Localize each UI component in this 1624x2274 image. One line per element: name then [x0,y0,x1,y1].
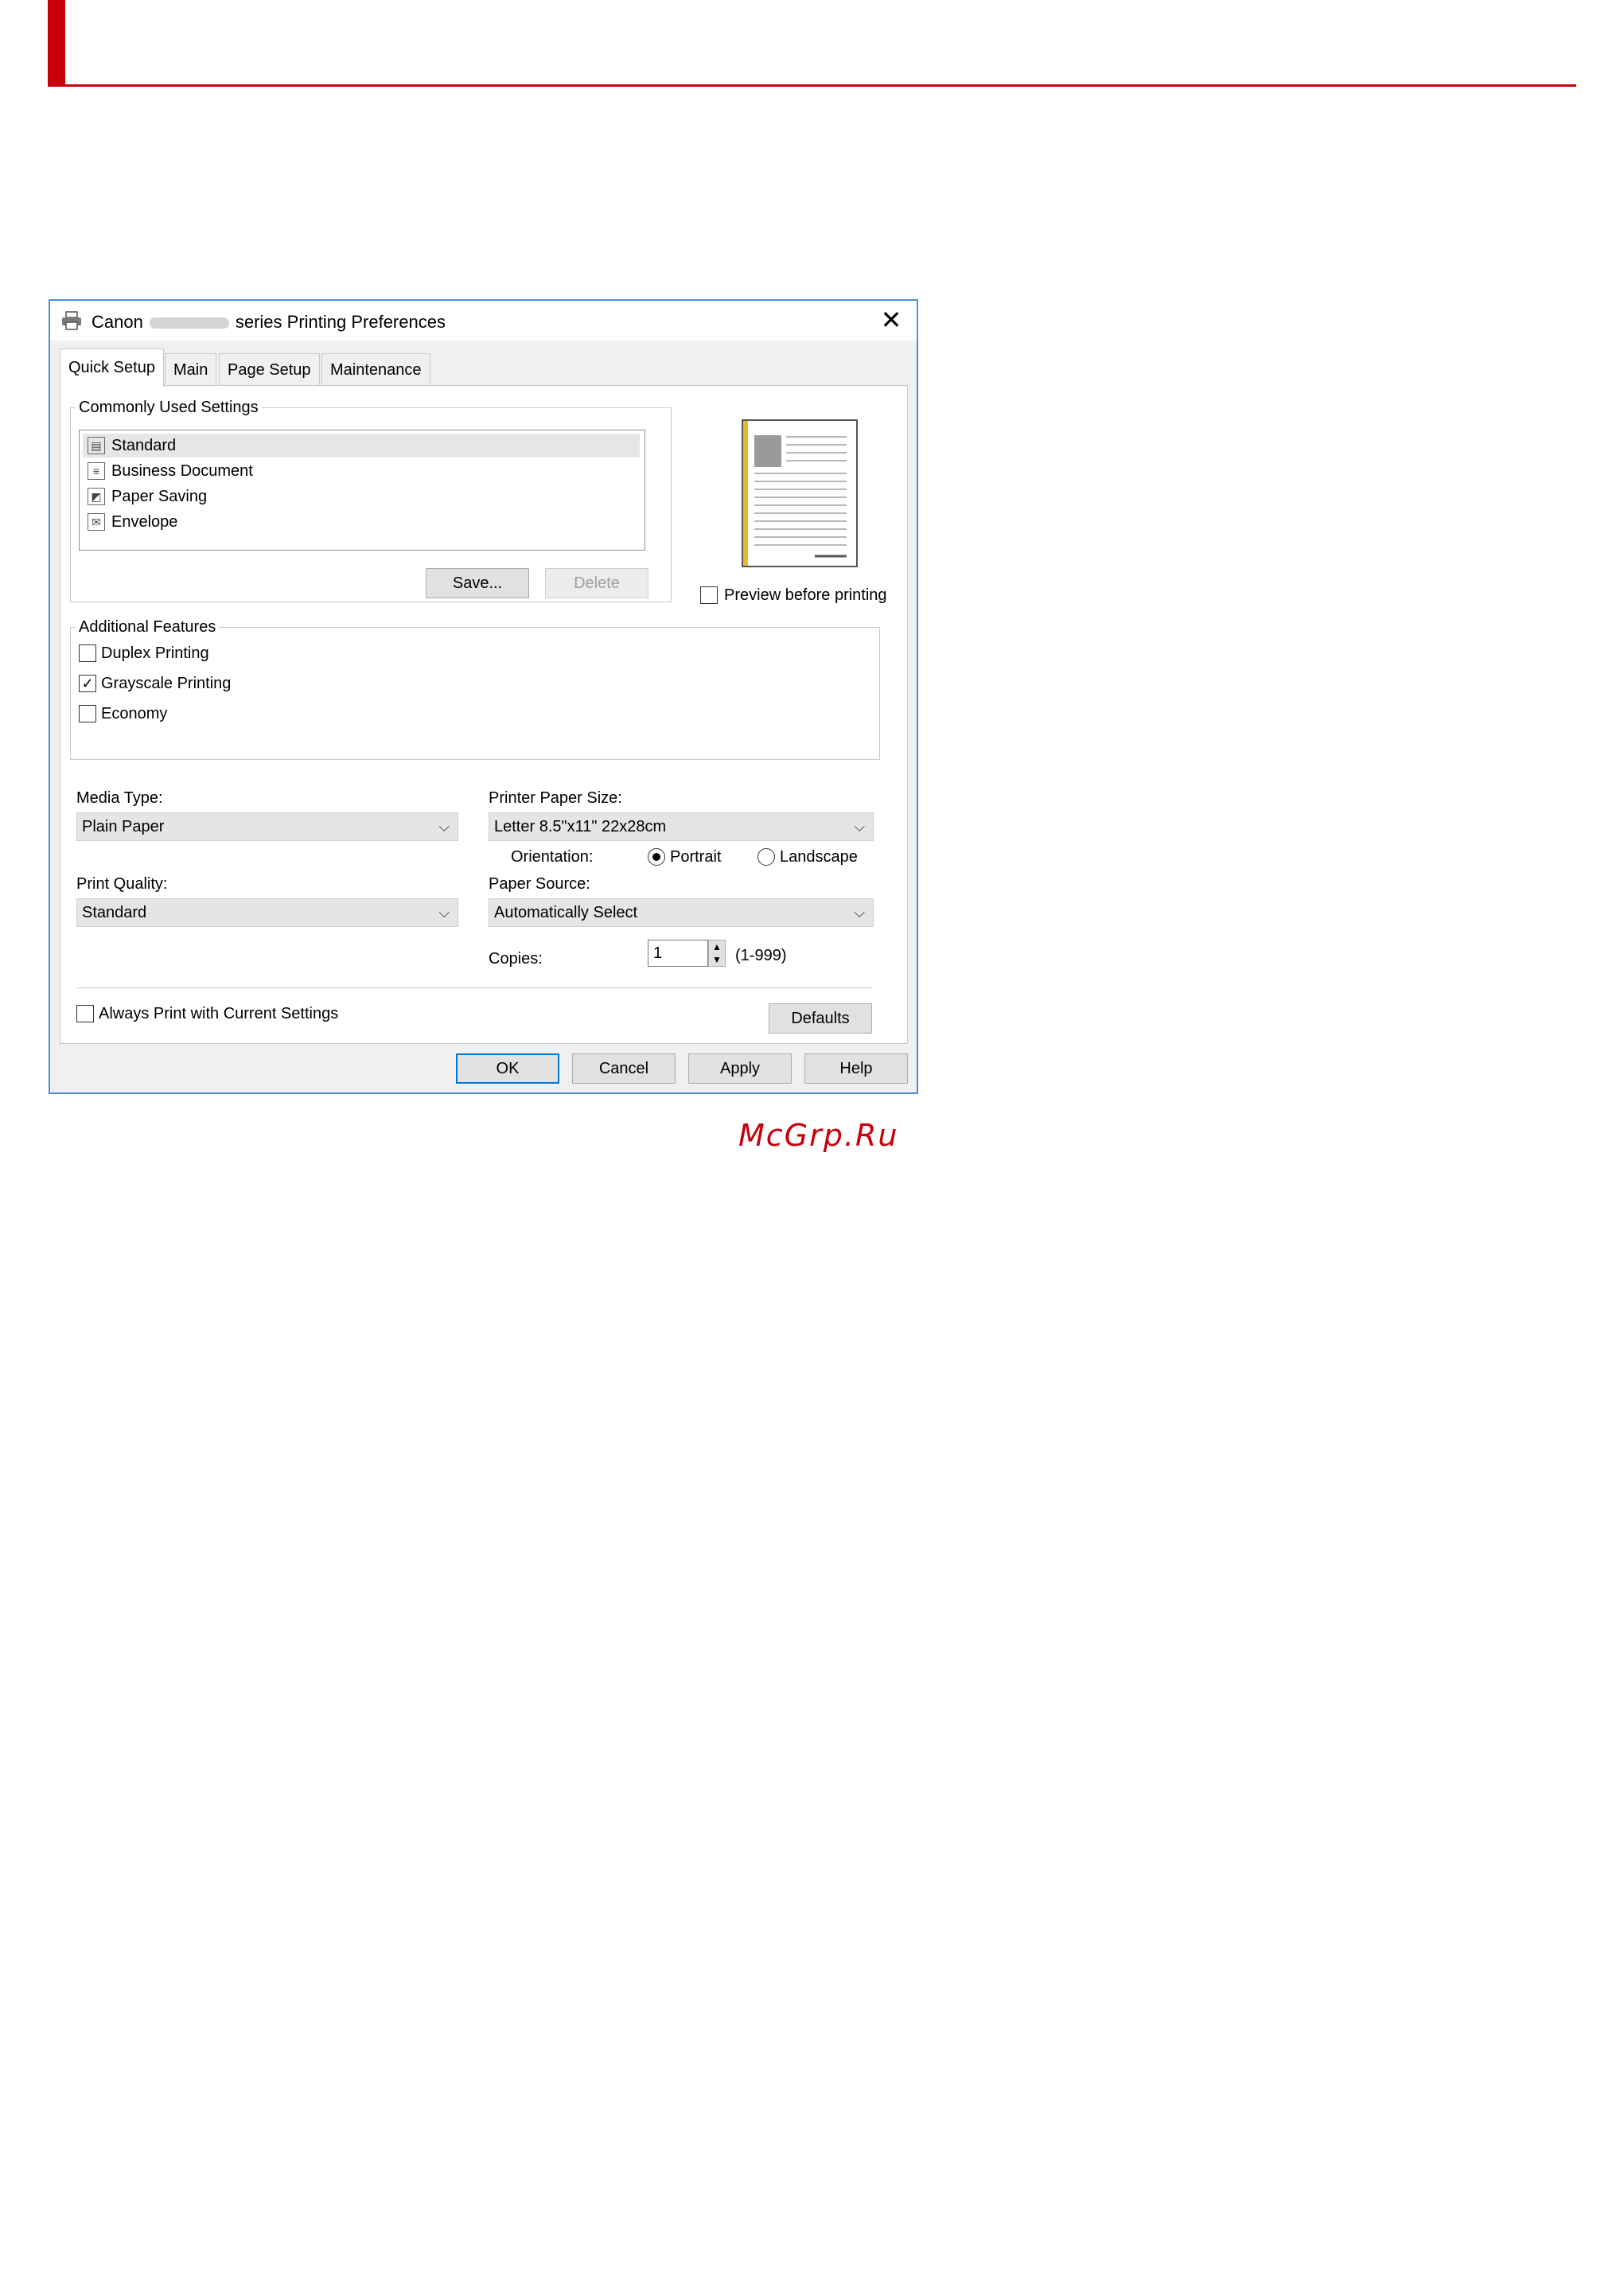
tab-main[interactable]: Main [165,353,217,385]
ok-button[interactable]: OK [456,1053,559,1084]
close-button[interactable]: ✕ [877,306,905,334]
list-item-paper-saving[interactable]: ◩ Paper Saving [83,485,207,508]
list-item-label: Business Document [111,462,253,480]
preview-before-printing-label: Preview before printing [724,586,887,604]
economy-checkbox[interactable] [79,705,96,722]
orientation-label: Orientation: [511,848,594,866]
always-print-checkbox[interactable] [76,1005,94,1022]
apply-button[interactable]: Apply [688,1053,792,1084]
portrait-label: Portrait [670,848,722,866]
print-quality-value: Standard [82,904,147,921]
tab-quick-setup[interactable]: Quick Setup [60,348,164,387]
landscape-radio[interactable] [757,848,775,866]
cancel-button[interactable]: Cancel [572,1053,676,1084]
commonly-used-list[interactable]: ▤ Standard ≡ Business Document ◩ Paper S… [79,430,645,551]
paper-source-value: Automatically Select [494,904,638,921]
list-item-envelope[interactable]: ✉ Envelope [83,510,177,534]
additional-features-legend: Additional Features [79,618,216,636]
media-type-select[interactable]: Plain Paper ⌵ [76,812,458,841]
copies-label: Copies: [489,950,543,968]
commonly-used-settings-legend: Commonly Used Settings [79,399,259,416]
printer-paper-size-select[interactable]: Letter 8.5"x11" 22x28cm ⌵ [489,812,874,841]
printer-icon [61,311,82,330]
save-button[interactable]: Save... [426,568,529,598]
business-document-icon: ≡ [88,462,105,480]
preview-before-printing-checkbox[interactable] [700,586,718,604]
chevron-down-icon: ⌵ [854,905,865,921]
tab-page-setup[interactable]: Page Setup [219,353,320,385]
window-title: Canon series Printing Preferences [92,312,446,333]
duplex-printing-label: Duplex Printing [101,644,209,662]
page-preview-image [742,419,858,567]
always-print-label: Always Print with Current Settings [99,1005,339,1022]
quick-setup-panel: Commonly Used Settings ▤ Standard ≡ Busi… [60,385,908,1044]
copies-range: (1-999) [735,947,787,964]
list-item-label: Paper Saving [111,488,208,505]
duplex-printing-checkbox[interactable] [79,644,96,662]
title-suffix: series Printing Preferences [235,312,446,332]
help-button[interactable]: Help [804,1053,908,1084]
portrait-radio[interactable] [648,848,665,866]
copies-stepper[interactable]: ▲ ▼ [708,940,726,967]
list-item-label: Standard [111,437,177,454]
watermark: McGrp.Ru [738,1118,899,1153]
defaults-button[interactable]: Defaults [769,1003,872,1034]
standard-icon: ▤ [88,437,105,454]
list-item-standard[interactable]: ▤ Standard [83,434,640,458]
media-type-value: Plain Paper [82,818,165,835]
paper-source-label: Paper Source: [489,875,590,893]
printer-paper-size-value: Letter 8.5"x11" 22x28cm [494,818,667,835]
landscape-label: Landscape [780,848,858,866]
paper-saving-icon: ◩ [88,488,105,505]
grayscale-printing-label: Grayscale Printing [101,675,232,692]
print-quality-label: Print Quality: [76,875,168,893]
print-quality-select[interactable]: Standard ⌵ [76,898,458,927]
printer-paper-size-label: Printer Paper Size: [489,789,622,807]
media-type-label: Media Type: [76,789,163,807]
header-accent-bar [48,0,65,86]
copies-input[interactable]: 1 [648,940,708,967]
grayscale-printing-checkbox[interactable]: ✓ [79,675,96,692]
chevron-down-icon: ⌵ [438,819,450,835]
paper-source-select[interactable]: Automatically Select ⌵ [489,898,874,927]
title-bar[interactable]: Canon series Printing Preferences ✕ [50,301,917,341]
additional-features-group: Additional Features Duplex Printing ✓ Gr… [70,618,880,760]
chevron-down-icon: ⌵ [854,819,865,835]
chevron-down-icon: ⌵ [438,905,450,921]
commonly-used-settings-group: Commonly Used Settings ▤ Standard ≡ Busi… [70,399,672,602]
redacted-model [149,317,229,329]
economy-label: Economy [101,705,168,722]
header-rule [48,84,1576,87]
separator [76,987,872,988]
list-item-business-document[interactable]: ≡ Business Document [83,459,253,483]
envelope-icon: ✉ [88,513,105,531]
delete-button[interactable]: Delete [545,568,648,598]
title-prefix: Canon [92,312,143,332]
close-icon: ✕ [880,306,902,334]
printing-preferences-dialog: Canon series Printing Preferences ✕ Quick… [49,299,918,1094]
list-item-label: Envelope [111,513,178,531]
tab-maintenance[interactable]: Maintenance [321,353,430,385]
